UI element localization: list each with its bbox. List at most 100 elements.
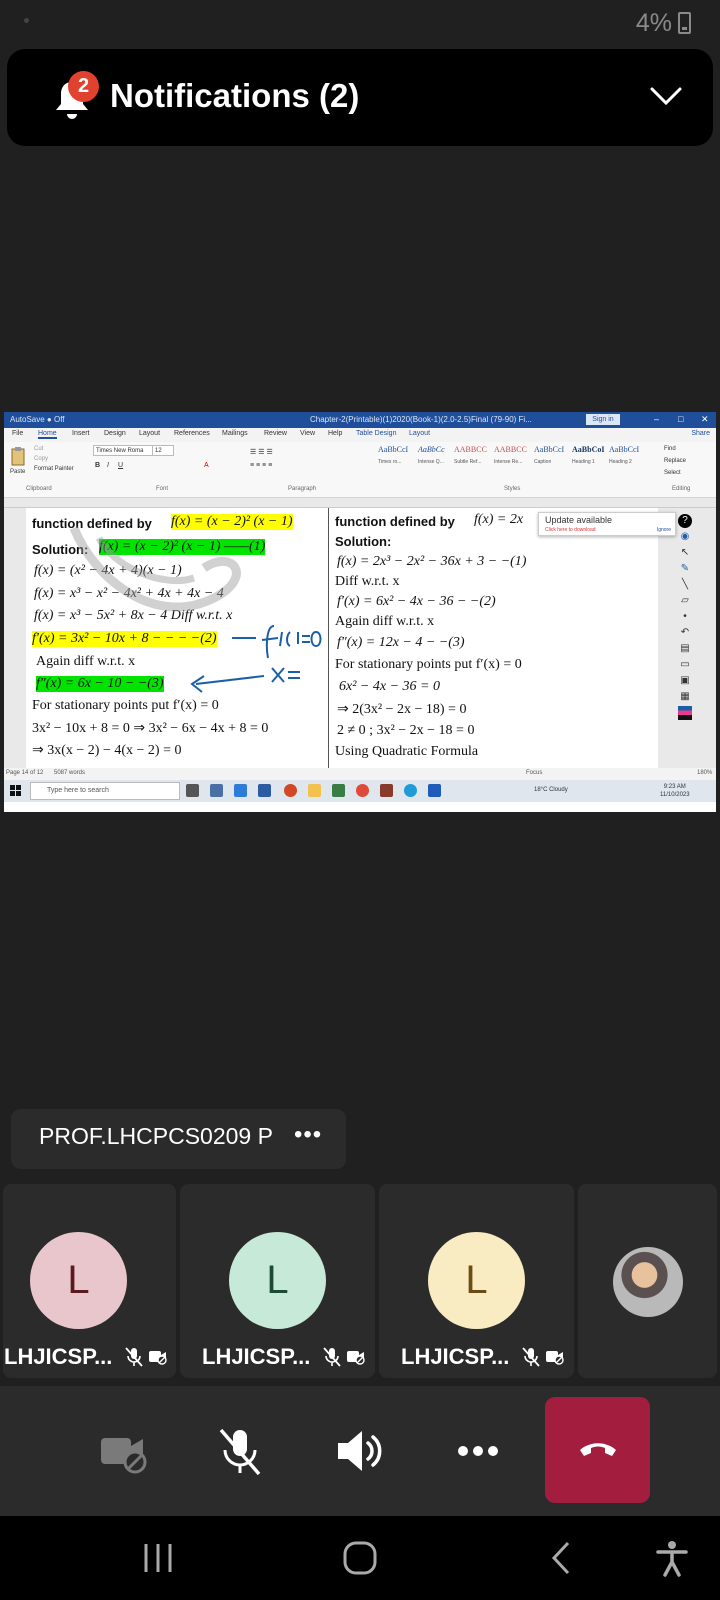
word-icon[interactable] bbox=[428, 784, 441, 797]
tab-file[interactable]: File bbox=[12, 430, 23, 437]
mic-muted-icon[interactable] bbox=[205, 1416, 275, 1486]
hang-up-button[interactable] bbox=[545, 1397, 650, 1503]
pointer-icon[interactable]: ↖ bbox=[678, 546, 692, 560]
format-painter-button[interactable]: Format Painter bbox=[34, 466, 74, 472]
tab-help[interactable]: Help bbox=[328, 430, 342, 437]
camera-off-icon bbox=[546, 1351, 564, 1365]
eye-icon[interactable]: ◉ bbox=[678, 530, 692, 544]
battery-icon bbox=[678, 12, 691, 34]
back-icon[interactable] bbox=[542, 1538, 582, 1578]
underline-icon[interactable]: U bbox=[118, 462, 123, 469]
style-card[interactable]: AABBCC Subtle Ref... bbox=[454, 445, 499, 475]
undo-icon[interactable]: ↶ bbox=[678, 626, 692, 640]
minimize-icon[interactable]: – bbox=[654, 414, 659, 424]
notifications-bar[interactable]: 2 Notifications (2) bbox=[7, 49, 713, 146]
style-sample: AABBCC bbox=[494, 445, 527, 454]
eraser-icon[interactable]: ▱ bbox=[678, 594, 692, 608]
participant-tile[interactable] bbox=[578, 1184, 717, 1378]
mic-muted-icon bbox=[323, 1347, 341, 1367]
style-card[interactable]: AaBbCcI Times ro... bbox=[378, 445, 423, 475]
help-icon[interactable]: ? bbox=[678, 514, 692, 528]
speaker-icon[interactable] bbox=[324, 1416, 394, 1486]
app-icon[interactable] bbox=[210, 784, 223, 797]
home-icon[interactable] bbox=[340, 1538, 380, 1578]
screen-icon[interactable]: ▭ bbox=[678, 658, 692, 672]
update-ignore-link[interactable]: Ignore bbox=[657, 527, 671, 533]
autosave-toggle[interactable]: AutoSave ● Off bbox=[10, 415, 65, 424]
clipboard-icon[interactable]: ▦ bbox=[678, 690, 692, 704]
share-button[interactable]: Share bbox=[691, 430, 710, 437]
folder-icon[interactable] bbox=[308, 784, 321, 797]
color-palette-icon[interactable] bbox=[678, 706, 692, 720]
pen-icon[interactable]: ✎ bbox=[678, 562, 692, 576]
bold-icon[interactable]: B bbox=[95, 462, 100, 469]
tab-table-layout[interactable]: Layout bbox=[409, 430, 430, 437]
pen-toolbar: ? ◉ ↖ ✎ ╲ ▱ • ↶ ▤ ▭ ▣ ▦ bbox=[676, 512, 694, 742]
style-sample: AaBbCcI bbox=[609, 445, 640, 454]
update-available-popup[interactable]: Update available Click here to download … bbox=[538, 512, 676, 536]
app-icon[interactable] bbox=[332, 784, 345, 797]
avatar: L bbox=[30, 1232, 127, 1329]
update-title: Update available bbox=[545, 515, 613, 525]
presenter-label[interactable]: PROF.LHCPCS0209 P ••• bbox=[11, 1109, 346, 1169]
edge-icon[interactable] bbox=[404, 784, 417, 797]
tab-review[interactable]: Review bbox=[264, 430, 287, 437]
font-color-icon[interactable]: A bbox=[204, 462, 209, 469]
more-options-icon[interactable] bbox=[443, 1416, 513, 1486]
zoom-level[interactable]: 180% bbox=[697, 770, 712, 776]
select-button[interactable]: Select bbox=[664, 470, 681, 476]
style-card[interactable]: AABBCC Intense Re... bbox=[494, 445, 539, 475]
bullets-icon[interactable]: ☰ ☰ ☰ bbox=[250, 448, 273, 456]
focus-button[interactable]: Focus bbox=[526, 770, 542, 776]
accessibility-icon[interactable] bbox=[652, 1538, 692, 1578]
replace-button[interactable]: Replace bbox=[664, 458, 686, 464]
app-icon[interactable] bbox=[258, 784, 271, 797]
app-icon[interactable] bbox=[380, 784, 393, 797]
taskbar-search[interactable]: Type here to search bbox=[30, 782, 180, 800]
tab-references[interactable]: References bbox=[174, 430, 210, 437]
camera-off-icon[interactable] bbox=[87, 1416, 157, 1486]
update-download-link[interactable]: Click here to download bbox=[545, 527, 596, 533]
line-icon[interactable]: ╲ bbox=[678, 578, 692, 592]
maximize-icon[interactable]: □ bbox=[678, 414, 683, 424]
tab-view[interactable]: View bbox=[300, 430, 315, 437]
align-icon[interactable]: ≡ ≡ ≡ ≡ bbox=[250, 462, 272, 469]
paste-button[interactable]: Paste bbox=[10, 469, 25, 475]
find-button[interactable]: Find bbox=[664, 446, 676, 452]
copy-button[interactable]: Copy bbox=[34, 456, 48, 462]
trash-icon[interactable]: ▤ bbox=[678, 642, 692, 656]
chevron-down-icon[interactable] bbox=[649, 85, 683, 107]
powerpoint-icon[interactable] bbox=[284, 784, 297, 797]
tab-mailings[interactable]: Mailings bbox=[222, 430, 248, 437]
camera-icon[interactable]: ▣ bbox=[678, 674, 692, 688]
windows-start-icon[interactable] bbox=[10, 785, 22, 797]
mic-muted-icon bbox=[125, 1347, 143, 1367]
taskbar-clock[interactable]: 9:23 AM 11/10/2023 bbox=[660, 783, 690, 799]
participant-tile[interactable]: L LHJICSP... bbox=[180, 1184, 375, 1378]
tab-insert[interactable]: Insert bbox=[72, 430, 90, 437]
style-card[interactable]: AaBbCcI Heading 2 bbox=[609, 445, 654, 475]
participant-tile[interactable]: L LHJICSP... bbox=[3, 1184, 176, 1378]
font-size-select[interactable]: 12 bbox=[152, 445, 174, 456]
shared-screen: AutoSave ● Off Chapter-2(Printable)(1)20… bbox=[4, 412, 716, 812]
tab-table-design[interactable]: Table Design bbox=[356, 430, 396, 437]
tab-design[interactable]: Design bbox=[104, 430, 126, 437]
weather-widget[interactable]: 18°C Cloudy bbox=[534, 787, 568, 793]
participant-tile[interactable]: L LHJICSP... bbox=[379, 1184, 574, 1378]
mail-icon[interactable] bbox=[234, 784, 247, 797]
recent-apps-icon[interactable] bbox=[138, 1538, 178, 1578]
more-options-icon[interactable]: ••• bbox=[294, 1121, 322, 1149]
sign-in-button[interactable]: Sign in bbox=[586, 414, 620, 425]
chrome-icon[interactable] bbox=[356, 784, 369, 797]
tab-home[interactable]: Home bbox=[38, 430, 57, 439]
dot-icon[interactable]: • bbox=[678, 610, 692, 624]
italic-icon[interactable]: I bbox=[107, 462, 109, 469]
presenter-name: PROF.LHCPCS0209 P bbox=[39, 1123, 273, 1149]
task-view-icon[interactable] bbox=[186, 784, 199, 797]
paste-icon[interactable] bbox=[10, 446, 26, 468]
tab-layout[interactable]: Layout bbox=[139, 430, 160, 437]
participant-photo bbox=[613, 1247, 683, 1317]
close-icon[interactable]: ✕ bbox=[701, 414, 709, 425]
navigation-bar bbox=[0, 1516, 720, 1600]
cut-button[interactable]: Cut bbox=[34, 446, 43, 452]
